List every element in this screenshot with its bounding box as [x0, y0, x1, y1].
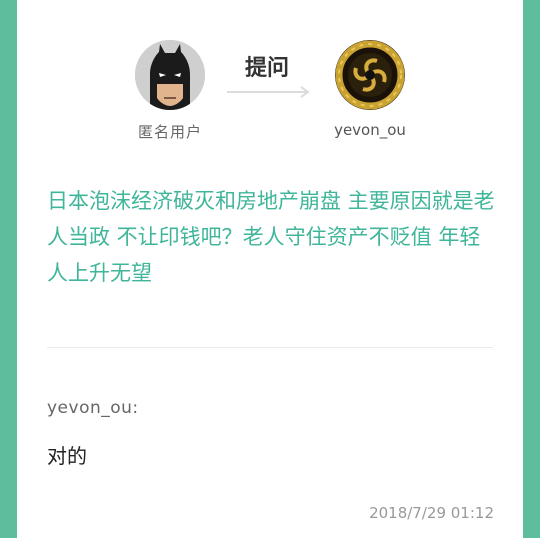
qa-card: 匿名用户 提问 yevon_ou 日本泡沫经济破灭和房地产崩盘 主要原因就是老人… [17, 0, 523, 538]
right-arrow-icon [227, 86, 310, 98]
batman-icon [135, 40, 205, 110]
answer-timestamp: 2018/7/29 01:12 [369, 504, 494, 522]
asker-avatar[interactable] [135, 40, 205, 110]
question-action-label: 提问 [244, 56, 289, 81]
answer-text: 对的 [47, 444, 87, 468]
answer-author: yevon_ou: [47, 398, 139, 418]
answerer-avatar[interactable] [335, 40, 405, 110]
asker-name: 匿名用户 [137, 123, 202, 141]
divider [47, 347, 493, 348]
question-text: 日本泡沫经济破灭和房地产崩盘 主要原因就是老人当政 不让印钱吧？老人守住资产不贬… [47, 189, 495, 285]
answerer-name: yevon_ou [334, 121, 406, 139]
dragon-emblem-icon [335, 40, 405, 110]
